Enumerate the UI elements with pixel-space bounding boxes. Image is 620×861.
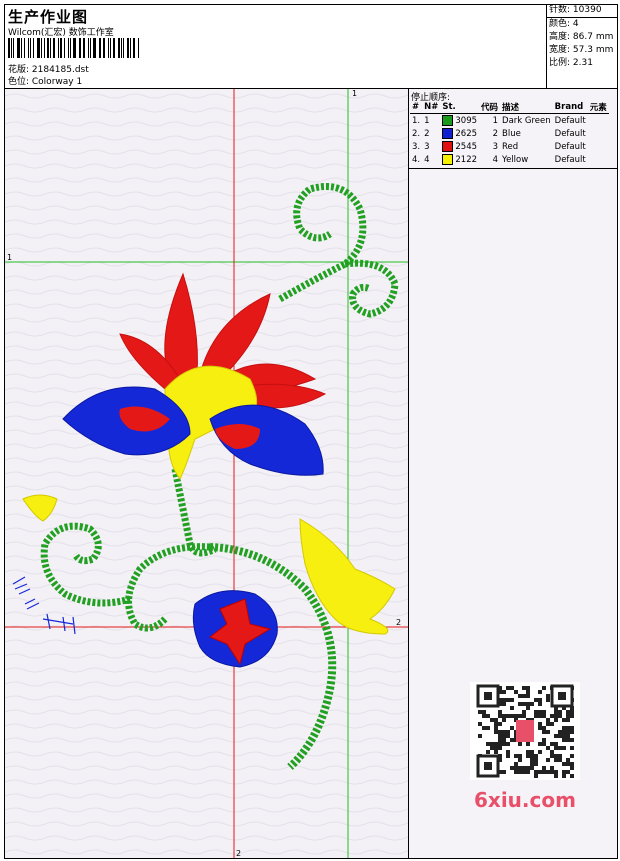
row-element [588, 114, 609, 128]
row-n: 4 [424, 154, 430, 165]
qr-code [470, 682, 580, 780]
guide-label-h1: 1 [7, 253, 12, 262]
row-code: 4 [492, 154, 499, 165]
color-swatch [442, 154, 454, 165]
row-desc: Blue [502, 128, 521, 139]
row-st: 3095 [440, 114, 479, 128]
color-swatch [442, 141, 454, 152]
stat-colors: 颜色: 4 [549, 19, 579, 29]
row-index: 1. [412, 115, 421, 126]
col-n: N# [422, 101, 441, 114]
stat-stitches: 针数: 10390 [547, 4, 618, 18]
color-swatch [442, 128, 454, 139]
row-st: 2122 [440, 153, 479, 166]
stat-height: 高度: 86.7 mm [549, 32, 614, 42]
stitch-count: 3095 [455, 116, 478, 126]
row-st: 2545 [440, 140, 479, 153]
table-row: 4. 4 2122 4 Yellow Default [410, 153, 609, 166]
row-n: 3 [424, 141, 430, 152]
design-stats: 针数: 10390 颜色: 4 高度: 86.7 mm 宽度: 57.3 mm … [546, 4, 618, 88]
table-header-row: # N# St. 代码 描述 Brand 元素 [410, 101, 609, 114]
row-brand: Default [554, 115, 586, 126]
watermark-logo: 6xiu.com [474, 788, 576, 812]
col-element: 元素 [587, 101, 609, 114]
guide-label-h2: 2 [396, 618, 401, 627]
col-st: St. [440, 101, 480, 114]
row-element [588, 127, 609, 140]
row-brand: Default [554, 154, 586, 165]
row-code: 3 [492, 141, 499, 152]
stitch-count: 2122 [455, 155, 478, 165]
color-swatch [442, 115, 454, 126]
row-desc: Dark Green [502, 115, 551, 126]
col-desc: 描述 [500, 101, 553, 114]
table-row: 2. 2 2625 2 Blue Default [410, 127, 609, 140]
table-row: 1. 1 3095 1 Dark Green Default [410, 114, 609, 128]
colorway-label: 色位: Colorway 1 [8, 77, 83, 87]
barcode [8, 38, 140, 58]
row-index: 2. [412, 128, 421, 139]
studio-subtitle: Wilcom(汇宏) 数饰工作室 [8, 28, 114, 38]
guide-label-v1: 1 [352, 89, 357, 98]
row-element [588, 140, 609, 153]
stitch-count: 2545 [455, 142, 478, 152]
row-desc: Red [502, 141, 519, 152]
guide-label-v2: 2 [236, 849, 241, 858]
col-brand: Brand [552, 101, 588, 114]
row-n: 2 [424, 128, 430, 139]
row-index: 3. [412, 141, 421, 152]
embroidery-canvas: 1 1 2 2 [5, 89, 409, 858]
stat-width: 宽度: 57.3 mm [549, 45, 614, 55]
embroidery-design: 1 1 2 2 [5, 89, 408, 858]
row-st: 2625 [440, 127, 479, 140]
stop-sequence-table: # N# St. 代码 描述 Brand 元素 1. 1 3095 1 Dark Gre… [410, 101, 609, 166]
row-brand: Default [554, 141, 586, 152]
row-n: 1 [424, 115, 430, 126]
row-code: 1 [492, 115, 499, 126]
page-title: 生产作业图 [8, 8, 89, 26]
row-element [588, 153, 609, 166]
row-code: 2 [492, 128, 499, 139]
row-index: 4. [412, 154, 421, 165]
panel-divider [409, 168, 617, 169]
row-desc: Yellow [502, 154, 529, 165]
row-brand: Default [554, 128, 586, 139]
col-hash: # [410, 101, 423, 114]
stitch-count: 2625 [455, 129, 478, 139]
table-row: 3. 3 2545 3 Red Default [410, 140, 609, 153]
stat-scale: 比例: 2.31 [549, 58, 593, 68]
col-code: 代码 [479, 101, 501, 114]
